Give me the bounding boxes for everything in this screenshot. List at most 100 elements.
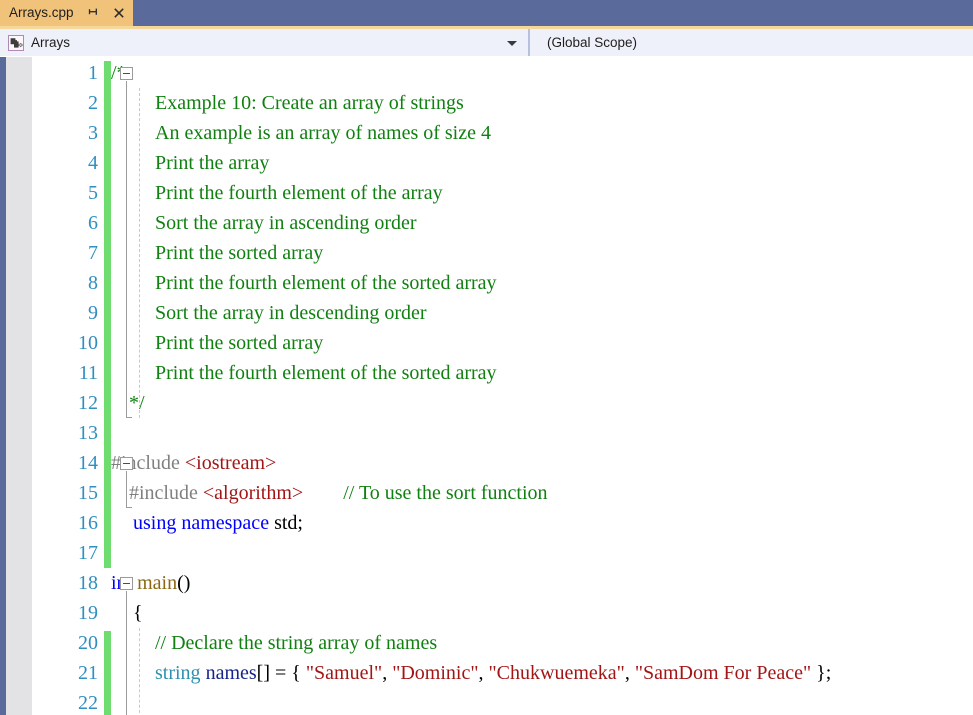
line-number: 11 (78, 362, 98, 384)
member-scope-dropdown-right[interactable]: (Global Scope) (530, 29, 973, 56)
line-number: 19 (78, 602, 98, 624)
code-token-string: "SamDom For Peace" (634, 662, 812, 684)
code-token-keyword: using namespace (133, 512, 275, 534)
code-token-comment: // Declare the string array of names (155, 632, 438, 654)
close-icon[interactable] (112, 6, 126, 20)
line-number: 4 (88, 152, 98, 174)
code-token-comment: // To use the sort function (343, 482, 548, 504)
code-token-plain: , (382, 662, 393, 684)
code-token-plain: , (624, 662, 635, 684)
code-line[interactable]: { (133, 598, 143, 628)
code-token-comment: Print the array (155, 152, 270, 174)
line-number: 17 (78, 542, 98, 564)
line-number: 3 (88, 122, 98, 144)
line-number: 22 (78, 692, 98, 714)
chevron-down-icon-left[interactable] (507, 40, 517, 46)
code-token-comment: Print the sorted array (155, 332, 324, 354)
line-number: 8 (88, 272, 98, 294)
code-token-string: "Chukwuemeka" (488, 662, 625, 684)
code-token-string: "Dominic" (392, 662, 479, 684)
line-number: 12 (78, 392, 98, 414)
code-token-plain: () (177, 572, 191, 594)
line-number: 20 (78, 632, 98, 654)
editor-selection-margin[interactable] (6, 57, 32, 715)
code-line[interactable]: #include <algorithm> // To use the sort … (129, 478, 548, 508)
code-token-comment: */ (129, 392, 145, 414)
code-line[interactable]: Print the sorted array (155, 238, 323, 268)
code-line[interactable]: An example is an array of names of size … (155, 118, 491, 148)
code-token-comment: Sort the array in descending order (155, 302, 427, 324)
code-token-comment: Sort the array in ascending order (155, 212, 417, 234)
indent-guide (139, 88, 140, 418)
code-token-comment: Print the fourth element of the sorted a… (155, 272, 497, 294)
line-number: 9 (88, 302, 98, 324)
code-token-comment: An example is an array of names of size … (155, 122, 491, 144)
code-token-plain: [] = { (256, 662, 306, 684)
code-token-string: "Samuel" (305, 662, 383, 684)
line-number: 10 (78, 332, 98, 354)
line-number: 5 (88, 182, 98, 204)
fold-region-end (126, 507, 132, 508)
code-token-header: <iostream> (184, 452, 277, 474)
change-bar-segment (104, 61, 111, 568)
code-token-func: main (137, 572, 178, 594)
line-number: 2 (88, 92, 98, 114)
document-tab-title: Arrays.cpp (9, 5, 74, 20)
code-token-comment: Print the sorted array (155, 242, 324, 264)
line-number: 15 (78, 482, 98, 504)
line-number: 18 (78, 572, 98, 594)
visual-studio-editor-window: Arrays.cpp Arrays (Global Scope) 1 2 3 4… (0, 0, 973, 715)
line-number: 16 (78, 512, 98, 534)
line-number: 21 (78, 662, 98, 684)
code-token-comment: Print the fourth element of the array (155, 182, 443, 204)
line-number: 13 (78, 422, 98, 444)
code-line[interactable]: */ (129, 388, 145, 418)
navigation-bar: Arrays (Global Scope) (0, 29, 973, 56)
indent-guide (139, 628, 140, 715)
fold-region-end (126, 417, 132, 418)
fold-collapse-icon[interactable] (120, 67, 133, 80)
line-number: 14 (78, 452, 98, 474)
fold-region-line (126, 81, 127, 417)
code-line[interactable]: string names[] = { "Samuel", "Dominic", … (155, 658, 831, 688)
fold-region-line (126, 471, 127, 507)
code-line[interactable]: // Declare the string array of names (155, 628, 437, 658)
fold-region-line (126, 591, 127, 715)
member-scope-dropdown-left[interactable]: Arrays (0, 29, 530, 56)
code-line[interactable]: Example 10: Create an array of strings (155, 88, 464, 118)
member-scope-label-right: (Global Scope) (547, 35, 638, 50)
pin-icon[interactable] (86, 6, 100, 20)
fold-collapse-icon[interactable] (120, 457, 133, 470)
code-line[interactable]: Sort the array in ascending order (155, 208, 417, 238)
code-text-area[interactable]: /* Example 10: Create an array of strings… (111, 57, 973, 715)
member-scope-label-left: Arrays (31, 35, 71, 50)
document-tab-strip: Arrays.cpp (0, 0, 973, 26)
code-line[interactable]: Print the fourth element of the sorted a… (155, 268, 497, 298)
code-token-plain: }; (811, 662, 832, 684)
line-number: 1 (88, 62, 98, 84)
code-line[interactable]: #include <iostream> (111, 448, 276, 478)
change-bar-segment (104, 631, 111, 715)
line-number: 7 (88, 242, 98, 264)
code-line[interactable]: Print the sorted array (155, 328, 323, 358)
change-tracking-bar (104, 57, 111, 715)
code-line[interactable]: using namespace std; (133, 508, 303, 538)
code-editor-surface[interactable]: 1 2 3 4 5 6 7 8 9 10 11 12 13 14 15 16 17 18 19 20 21 22 /* Ex… (0, 57, 973, 715)
code-line[interactable]: Sort the array in descending order (155, 298, 427, 328)
line-number-gutter: 1 2 3 4 5 6 7 8 9 10 11 12 13 14 15 16 17 18 19 20 21 22 (32, 57, 98, 715)
code-token-var: names (205, 662, 257, 684)
code-token-plain: , (478, 662, 489, 684)
code-token-class: string (155, 662, 206, 684)
code-line[interactable]: Print the fourth element of the sorted a… (155, 358, 497, 388)
fold-collapse-icon[interactable] (120, 577, 133, 590)
code-token-comment: Print the fourth element of the sorted a… (155, 362, 497, 384)
code-token-plain: { (133, 602, 143, 624)
code-token-header: <algorithm> (202, 482, 304, 504)
code-line[interactable]: Print the array (155, 148, 269, 178)
code-token-comment: Example 10: Create an array of strings (155, 92, 464, 114)
code-token-plain: std; (274, 512, 303, 534)
code-line[interactable]: Print the fourth element of the array (155, 178, 443, 208)
document-tab-arrays-cpp[interactable]: Arrays.cpp (0, 0, 133, 26)
cpp-project-icon (8, 34, 24, 51)
